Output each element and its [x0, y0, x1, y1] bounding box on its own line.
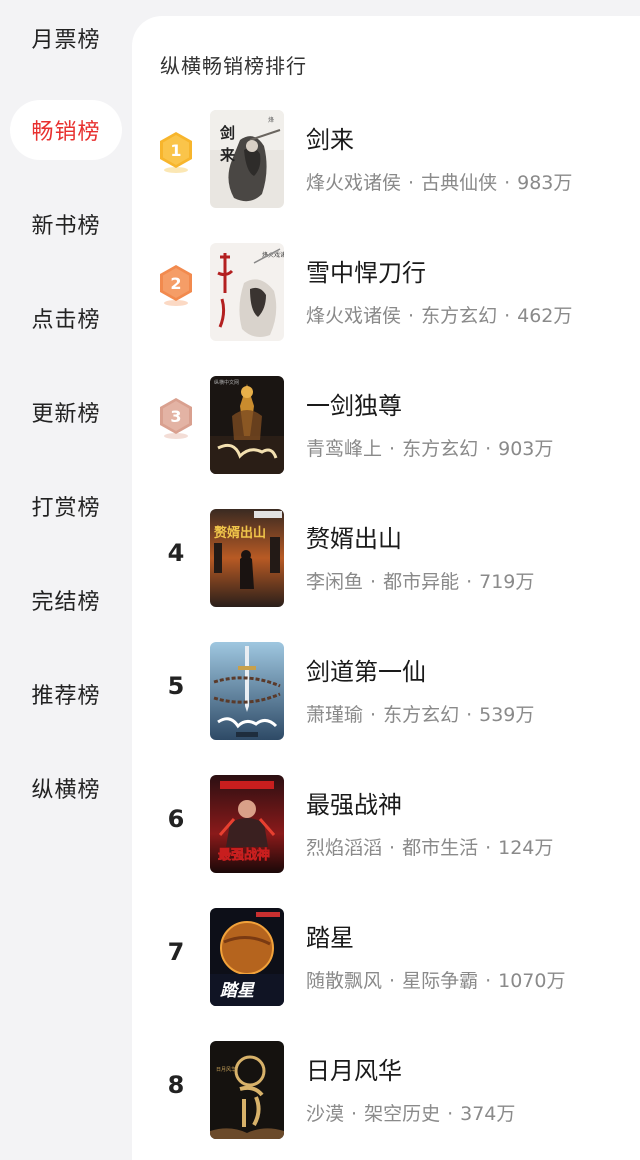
svg-text:纵横中文网: 纵横中文网 [214, 379, 239, 386]
calligraphy-swordsman-cover[interactable]: 烽火戏诸侯 [210, 243, 284, 341]
book-title[interactable]: 剑道第一仙 [306, 652, 426, 687]
svg-text:剑: 剑 [219, 124, 235, 142]
sidebar-item-completed[interactable]: 完结榜 [10, 570, 122, 630]
book-author: 随散飘风 [306, 970, 383, 992]
book-author: 萧瑾瑜 [306, 704, 364, 726]
book-meta: 随散飘风 · 星际争霸 · 1070万 [306, 970, 566, 992]
dark-calligraphy-cover[interactable]: 日月风华 [210, 1041, 284, 1139]
chained-sword-cover[interactable] [210, 642, 284, 740]
sidebar-item-bestseller[interactable]: 畅销榜 [10, 100, 122, 160]
rank-number: 8 [167, 1071, 185, 1099]
page-title: 纵横畅销榜排行 [160, 54, 307, 78]
book-genre: 东方玄幻 [383, 704, 460, 726]
book-title[interactable]: 一剑独尊 [306, 386, 402, 421]
svg-text:最强战神: 最强战神 [218, 847, 270, 863]
sidebar-item-monthly-ticket[interactable]: 月票榜 [10, 8, 122, 68]
book-row[interactable]: 1 剑 来 烽 剑来 烽火戏诸侯 · 古典仙侠 · 983万 [132, 110, 640, 210]
book-popularity: 124万 [498, 837, 554, 859]
book-row[interactable]: 6 最强战神 最强战神 烈焰滔滔 · 都市生活 · 124万 [132, 775, 640, 875]
svg-text:来: 来 [219, 146, 236, 164]
book-popularity: 719万 [479, 571, 535, 593]
ranking-panel: 纵横畅销榜排行 1 剑 来 烽 剑来 烽火戏诸侯 · 古典仙侠 · 983万 2… [132, 16, 640, 1160]
svg-text:踏星: 踏星 [220, 981, 256, 1001]
book-popularity: 374万 [460, 1103, 516, 1125]
book-genre: 东方玄幻 [421, 305, 498, 327]
sidebar-item-zongheng[interactable]: 纵横榜 [10, 758, 122, 818]
rank-category-sidebar: 月票榜 畅销榜 新书榜 点击榜 更新榜 打赏榜 完结榜 推荐榜 纵横榜 [0, 0, 132, 1160]
book-meta: 萧瑾瑜 · 东方玄幻 · 539万 [306, 704, 535, 726]
bronze-medal-icon: 3 [156, 396, 196, 442]
book-genre: 星际争霸 [402, 970, 479, 992]
rank-number: 5 [167, 672, 185, 700]
book-author: 烽火戏诸侯 [306, 305, 402, 327]
svg-text:烽: 烽 [268, 116, 274, 124]
ink-swordsman-cover[interactable]: 剑 来 烽 [210, 110, 284, 208]
book-author: 烽火戏诸侯 [306, 172, 402, 194]
svg-text:日月风华: 日月风华 [216, 1066, 236, 1073]
sidebar-item-rewards[interactable]: 打赏榜 [10, 476, 122, 536]
red-warrior-cover[interactable]: 最强战神 [210, 775, 284, 873]
book-row[interactable]: 5 剑道第一仙 萧瑾瑜 · 东方玄幻 · 539万 [132, 642, 640, 742]
book-popularity: 983万 [517, 172, 573, 194]
svg-text:2: 2 [170, 274, 181, 293]
book-genre: 都市异能 [383, 571, 460, 593]
sidebar-item-new-books[interactable]: 新书榜 [10, 194, 122, 254]
book-author: 李闲鱼 [306, 571, 364, 593]
book-meta: 沙漠 · 架空历史 · 374万 [306, 1103, 516, 1125]
book-popularity: 462万 [517, 305, 573, 327]
book-title[interactable]: 最强战神 [306, 785, 402, 820]
gold-medal-icon: 1 [156, 130, 196, 176]
book-genre: 东方玄幻 [402, 438, 479, 460]
book-row[interactable]: 4 赘婿出山 赘婿出山 李闲鱼 · 都市异能 · 719万 [132, 509, 640, 609]
book-title[interactable]: 雪中悍刀行 [306, 253, 426, 288]
book-row[interactable]: 7 踏星 踏星 随散飘风 · 星际争霸 · 1070万 [132, 908, 640, 1008]
book-meta: 烈焰滔滔 · 都市生活 · 124万 [306, 837, 554, 859]
planet-cover[interactable]: 踏星 [210, 908, 284, 1006]
city-fire-cover[interactable]: 赘婿出山 [210, 509, 284, 607]
book-title[interactable]: 赘婿出山 [306, 519, 402, 554]
book-title[interactable]: 剑来 [306, 120, 354, 155]
book-meta: 烽火戏诸侯 · 东方玄幻 · 462万 [306, 305, 573, 327]
book-row[interactable]: 2 烽火戏诸侯 雪中悍刀行 烽火戏诸侯·东方玄幻·462万 [132, 243, 640, 343]
rank-number: 4 [167, 539, 185, 567]
golden-throne-cover[interactable]: 纵横中文网 [210, 376, 284, 474]
book-title[interactable]: 日月风华 [306, 1051, 402, 1086]
book-popularity: 903万 [498, 438, 554, 460]
book-row[interactable]: 3 纵横中文网 一剑独尊 青鸾峰上 · 东方玄幻 · 903万 [132, 376, 640, 476]
sidebar-item-recommended[interactable]: 推荐榜 [10, 664, 122, 724]
sidebar-item-updates[interactable]: 更新榜 [10, 382, 122, 442]
svg-text:1: 1 [170, 141, 181, 160]
book-author: 沙漠 [306, 1103, 345, 1125]
book-popularity: 539万 [479, 704, 535, 726]
book-author: 青鸾峰上 [306, 438, 383, 460]
book-meta: 李闲鱼 · 都市异能 · 719万 [306, 571, 535, 593]
book-popularity: 1070万 [498, 970, 566, 992]
book-author: 烈焰滔滔 [306, 837, 383, 859]
book-genre: 架空历史 [364, 1103, 441, 1125]
svg-text:赘婿出山: 赘婿出山 [213, 525, 266, 541]
book-genre: 古典仙侠 [421, 172, 498, 194]
book-meta: 烽火戏诸侯 · 古典仙侠 · 983万 [306, 172, 573, 194]
silver-medal-icon: 2 [156, 263, 196, 309]
rank-number: 7 [167, 938, 185, 966]
book-meta: 青鸾峰上 · 东方玄幻 · 903万 [306, 438, 554, 460]
book-row[interactable]: 8 日月风华 日月风华 沙漠 · 架空历史 · 374万 [132, 1041, 640, 1141]
rank-number: 6 [167, 805, 185, 833]
book-title[interactable]: 踏星 [306, 918, 354, 953]
sidebar-item-clicks[interactable]: 点击榜 [10, 288, 122, 348]
book-genre: 都市生活 [402, 837, 479, 859]
svg-text:3: 3 [170, 407, 181, 426]
